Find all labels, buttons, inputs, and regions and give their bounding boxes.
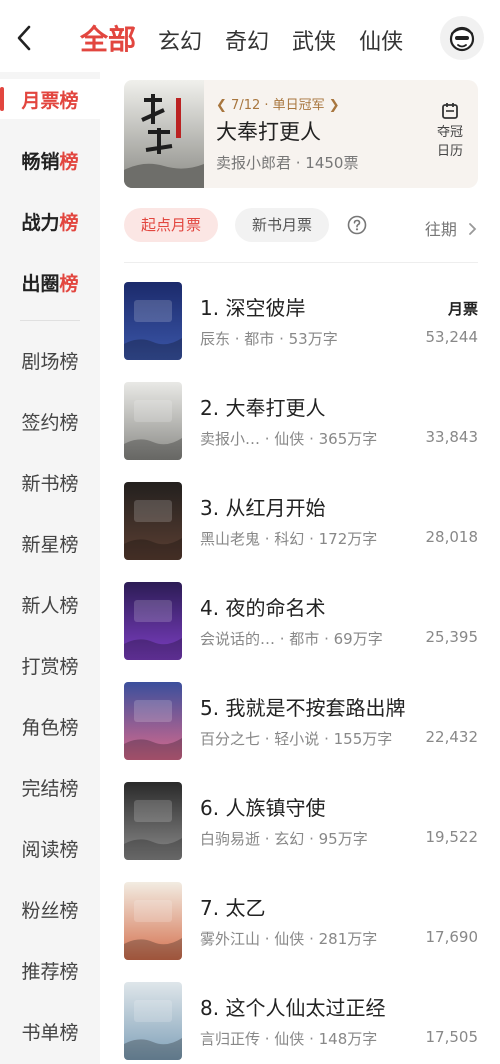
top-bar: 全部 玄幻 奇幻 武侠 仙侠 xyxy=(0,0,500,78)
list-item[interactable]: 4. 夜的命名术会说话的… · 都市 · 69万字 25,395 xyxy=(124,582,478,662)
champion-calendar-button[interactable]: 夺冠 日历 xyxy=(428,102,472,166)
book-title: 3. 从红月开始 xyxy=(200,496,326,520)
book-cover xyxy=(124,782,182,860)
tab-wuxia[interactable]: 武侠 xyxy=(292,32,336,62)
calendar-label: 夺冠 日历 xyxy=(436,125,463,159)
book-meta: 会说话的… · 都市 · 69万字 xyxy=(200,630,383,648)
book-meta: 辰东 · 都市 · 53万字 xyxy=(200,330,338,348)
ticket-count: 22,432 xyxy=(425,728,479,746)
book-meta: 百分之七 · 轻小说 · 155万字 xyxy=(200,730,393,748)
sidebar-item-character[interactable]: 角色榜 xyxy=(0,706,100,746)
sidebar-item-completed[interactable]: 完结榜 xyxy=(0,767,100,807)
sidebar-item-monthly-ticket[interactable]: 月票榜 xyxy=(0,79,100,119)
book-cover xyxy=(124,882,182,960)
chevron-left-icon xyxy=(17,25,31,51)
book-title: 7. 太乙 xyxy=(200,896,266,920)
book-cover xyxy=(124,80,204,188)
list-item[interactable]: 3. 从红月开始黑山老鬼 · 科幻 · 172万字 28,018 xyxy=(124,482,478,562)
list-item[interactable]: 2. 大奉打更人卖报小… · 仙侠 · 365万字 33,843 xyxy=(124,382,478,462)
book-cover xyxy=(124,382,182,460)
ticket-count: 53,244 xyxy=(425,328,479,346)
avatar-icon xyxy=(449,26,475,52)
filter-new-book-monthly[interactable]: 新书月票 xyxy=(235,208,330,242)
champion-book-title: 大奉打更人 xyxy=(216,120,321,144)
sidebar-item-reward[interactable]: 打赏榜 xyxy=(0,645,100,685)
calendar-icon xyxy=(442,103,458,119)
sidebar-item-label: 战力 xyxy=(21,211,60,234)
past-periods-link[interactable]: 往期 xyxy=(425,216,478,240)
book-title: 5. 我就是不按套路出牌 xyxy=(200,696,406,720)
count-label: 月票 xyxy=(447,300,478,318)
list-item[interactable]: 8. 这个人仙太过正经言归正传 · 仙侠 · 148万字 17,505 xyxy=(124,982,478,1062)
ticket-count: 33,843 xyxy=(425,428,479,446)
champion-badge: ❮ 7/12 · 单日冠军 ❯ xyxy=(216,98,340,113)
book-meta: 雾外江山 · 仙侠 · 281万字 xyxy=(200,930,378,948)
sidebar-item-suffix: 榜 xyxy=(59,272,79,295)
sidebar-item-new-star[interactable]: 新星榜 xyxy=(0,523,100,563)
sidebar-item-label: 月票榜 xyxy=(21,89,79,112)
sidebar-item-new-book[interactable]: 新书榜 xyxy=(0,462,100,502)
laurel-left-icon: ❮ xyxy=(216,98,227,113)
sidebar-item-theater[interactable]: 剧场榜 xyxy=(0,340,100,380)
daily-champion-card[interactable]: ❮ 7/12 · 单日冠军 ❯ 大奉打更人 卖报小郎君 · 1450票 夺冠 日历 xyxy=(124,80,478,188)
book-title: 2. 大奉打更人 xyxy=(200,396,326,420)
ticket-count: 19,522 xyxy=(425,828,479,846)
filter-qidian-monthly[interactable]: 起点月票 xyxy=(124,208,219,242)
tab-all[interactable]: 全部 xyxy=(80,26,136,62)
sidebar-item-label: 畅销 xyxy=(21,150,60,173)
back-button[interactable] xyxy=(12,24,36,52)
tab-xianxia[interactable]: 仙侠 xyxy=(359,32,403,62)
book-meta: 卖报小… · 仙侠 · 365万字 xyxy=(200,430,378,448)
sidebar-item-signed[interactable]: 签约榜 xyxy=(0,401,100,441)
sidebar-item-suffix: 榜 xyxy=(59,211,79,234)
category-tabs: 全部 玄幻 奇幻 武侠 仙侠 xyxy=(80,16,426,62)
sidebar-item-label: 出圈 xyxy=(21,272,60,295)
sidebar-divider xyxy=(20,320,80,321)
sidebar-item-bestseller[interactable]: 畅销榜 xyxy=(0,140,100,180)
sidebar-item-booklist[interactable]: 书单榜 xyxy=(0,1011,100,1051)
book-meta: 黑山老鬼 · 科幻 · 172万字 xyxy=(200,530,378,548)
champion-book-meta: 卖报小郎君 · 1450票 xyxy=(216,154,359,172)
book-cover xyxy=(124,682,182,760)
ticket-count: 17,690 xyxy=(425,928,479,946)
book-title: 1. 深空彼岸 xyxy=(200,296,306,320)
sidebar-item-suffix: 榜 xyxy=(59,150,79,173)
ranking-sidebar: 月票榜 畅销榜 战力榜 出圈榜 剧场榜 签约榜 新书榜 新星榜 新人榜 打赏榜 … xyxy=(0,72,100,1064)
ticket-count: 25,395 xyxy=(425,628,479,646)
avatar-button[interactable] xyxy=(440,16,484,60)
help-icon[interactable] xyxy=(347,215,367,235)
sidebar-item-viral[interactable]: 出圈榜 xyxy=(0,262,100,302)
book-meta: 言归正传 · 仙侠 · 148万字 xyxy=(200,1030,378,1048)
book-meta: 白驹易逝 · 玄幻 · 95万字 xyxy=(200,830,368,848)
book-cover xyxy=(124,982,182,1060)
list-item[interactable]: 1. 深空彼岸辰东 · 都市 · 53万字 月票 53,244 xyxy=(124,282,478,362)
book-title: 4. 夜的命名术 xyxy=(200,596,326,620)
ticket-filter-bar: 起点月票 新书月票 往期 xyxy=(124,208,478,244)
ticket-count: 28,018 xyxy=(425,528,479,546)
ticket-count: 17,505 xyxy=(425,1028,479,1046)
sidebar-item-power[interactable]: 战力榜 xyxy=(0,201,100,241)
laurel-right-icon: ❯ xyxy=(328,98,340,113)
list-item[interactable]: 5. 我就是不按套路出牌百分之七 · 轻小说 · 155万字 22,432 xyxy=(124,682,478,762)
book-cover xyxy=(124,282,182,360)
divider xyxy=(124,262,478,263)
tab-qihuan[interactable]: 奇幻 xyxy=(225,32,269,62)
list-item[interactable]: 7. 太乙雾外江山 · 仙侠 · 281万字 17,690 xyxy=(124,882,478,962)
sidebar-item-reading[interactable]: 阅读榜 xyxy=(0,828,100,868)
book-title: 8. 这个人仙太过正经 xyxy=(200,996,386,1020)
sidebar-item-new-author[interactable]: 新人榜 xyxy=(0,584,100,624)
sidebar-item-recommend[interactable]: 推荐榜 xyxy=(0,950,100,990)
book-cover xyxy=(124,482,182,560)
chevron-right-icon xyxy=(469,223,477,235)
book-title: 6. 人族镇守使 xyxy=(200,796,326,820)
book-cover xyxy=(124,582,182,660)
sidebar-item-fans[interactable]: 粉丝榜 xyxy=(0,889,100,929)
list-item[interactable]: 6. 人族镇守使白驹易逝 · 玄幻 · 95万字 19,522 xyxy=(124,782,478,862)
tab-xuanhuan[interactable]: 玄幻 xyxy=(158,32,202,62)
